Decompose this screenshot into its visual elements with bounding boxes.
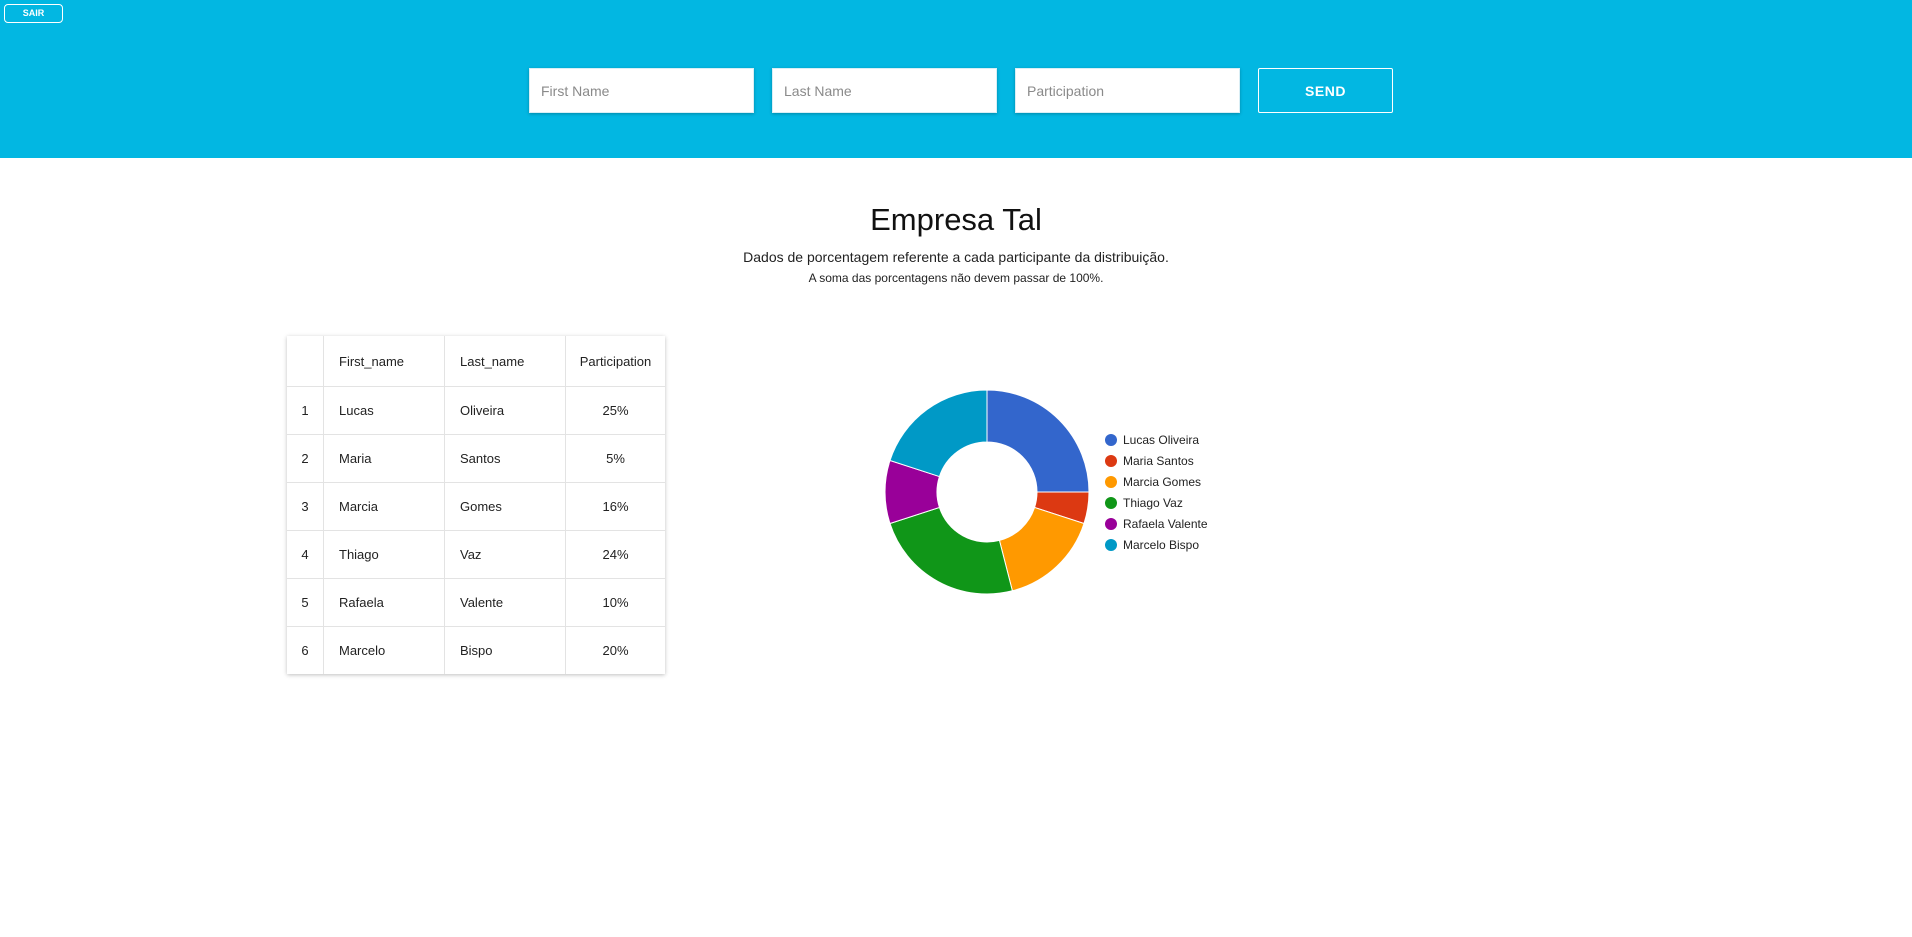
legend-marker (1105, 518, 1117, 530)
row-first-name: Rafaela (323, 578, 445, 627)
row-last-name: Bispo (444, 626, 566, 674)
row-first-name: Marcelo (323, 626, 445, 674)
legend-marker (1105, 455, 1117, 467)
page-note: A soma das porcentagens não devem passar… (808, 271, 1104, 285)
row-first-name: Maria (323, 434, 445, 483)
row-index: 6 (287, 626, 324, 674)
legend-label: Thiago Vaz (1123, 496, 1183, 510)
row-first-name: Marcia (323, 482, 445, 531)
logout-button[interactable]: SAIR (4, 4, 63, 23)
table-header-row: First_name Last_name Participation (287, 336, 665, 387)
page-subtitle: Dados de porcentagem referente a cada pa… (743, 249, 1169, 265)
legend-label: Lucas Oliveira (1123, 433, 1199, 447)
legend-marker (1105, 497, 1117, 509)
column-header-index (287, 336, 324, 387)
donut-slice-lucas-oliveira[interactable] (986, 389, 1090, 493)
row-participation: 16% (565, 482, 665, 531)
header-bar: SAIR SEND (0, 0, 1912, 158)
send-button[interactable]: SEND (1258, 68, 1393, 113)
legend-label: Rafaela Valente (1123, 517, 1208, 531)
participants-table-card: First_name Last_name Participation 1 Luc… (287, 336, 665, 674)
participation-input[interactable] (1015, 68, 1240, 113)
last-name-input[interactable] (772, 68, 997, 113)
row-index: 4 (287, 530, 324, 579)
row-index: 2 (287, 434, 324, 483)
row-last-name: Vaz (444, 530, 566, 579)
legend-marker (1105, 434, 1117, 446)
legend-label: Marcelo Bispo (1123, 538, 1199, 552)
donut-slice-marcelo-bispo[interactable] (889, 389, 988, 478)
table-row: 2 Maria Santos 5% (287, 434, 665, 483)
row-participation: 20% (565, 626, 665, 674)
first-name-input[interactable] (529, 68, 754, 113)
row-last-name: Oliveira (444, 386, 566, 435)
participation-donut-chart: Lucas Oliveira Maria Santos Marcia Gomes Th… (884, 389, 1208, 595)
row-last-name: Santos (444, 434, 566, 483)
legend-label: Maria Santos (1123, 454, 1194, 468)
table-row: 3 Marcia Gomes 16% (287, 482, 665, 531)
row-last-name: Gomes (444, 482, 566, 531)
donut-slice-marcia-gomes[interactable] (998, 506, 1085, 592)
row-first-name: Thiago (323, 530, 445, 579)
legend-marker (1105, 476, 1117, 488)
table-row: 4 Thiago Vaz 24% (287, 530, 665, 579)
table-row: 5 Rafaela Valente 10% (287, 578, 665, 627)
legend-marker (1105, 539, 1117, 551)
row-participation: 10% (565, 578, 665, 627)
legend-label: Marcia Gomes (1123, 475, 1201, 489)
table-row: 6 Marcelo Bispo 20% (287, 626, 665, 674)
table-row: 1 Lucas Oliveira 25% (287, 386, 665, 435)
column-header-last-name: Last_name (444, 336, 566, 387)
column-header-participation: Participation (565, 336, 665, 387)
row-index: 1 (287, 386, 324, 435)
donut-slice-thiago-vaz[interactable] (889, 506, 1013, 595)
row-first-name: Lucas (323, 386, 445, 435)
page-title: Empresa Tal (870, 202, 1042, 237)
row-participation: 24% (565, 530, 665, 579)
column-header-first-name: First_name (323, 336, 445, 387)
participants-table: First_name Last_name Participation 1 Luc… (287, 336, 665, 674)
participant-form: SEND (529, 68, 1393, 113)
row-participation: 25% (565, 386, 665, 435)
row-index: 3 (287, 482, 324, 531)
row-participation: 5% (565, 434, 665, 483)
row-last-name: Valente (444, 578, 566, 627)
row-index: 5 (287, 578, 324, 627)
